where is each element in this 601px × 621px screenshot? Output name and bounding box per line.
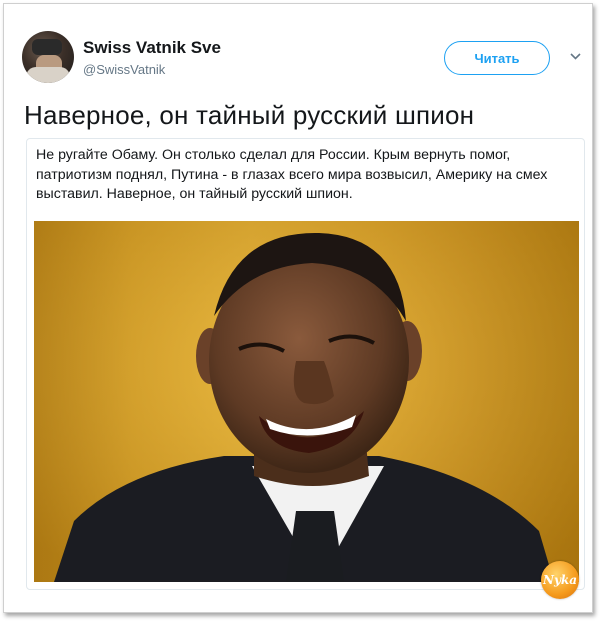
avatar[interactable] <box>22 31 74 83</box>
photo[interactable] <box>34 221 579 582</box>
watermark-logo: Nyka <box>541 561 579 599</box>
chevron-down-icon[interactable] <box>570 51 581 62</box>
card-text: Не ругайте Обаму. Он столько сделал для … <box>36 147 548 202</box>
follow-button[interactable]: Читать <box>444 41 550 75</box>
tweet-card[interactable]: Не ругайте Обаму. Он столько сделал для … <box>26 138 585 590</box>
author-handle[interactable]: @SwissVatnik <box>83 62 165 77</box>
author-display-name[interactable]: Swiss Vatnik Sve <box>83 38 221 58</box>
tweet-frame: Swiss Vatnik Sve @SwissVatnik Читать Нав… <box>3 3 593 613</box>
photo-illustration <box>34 221 579 582</box>
tweet-title: Наверное, он тайный русский шпион <box>24 100 475 130</box>
